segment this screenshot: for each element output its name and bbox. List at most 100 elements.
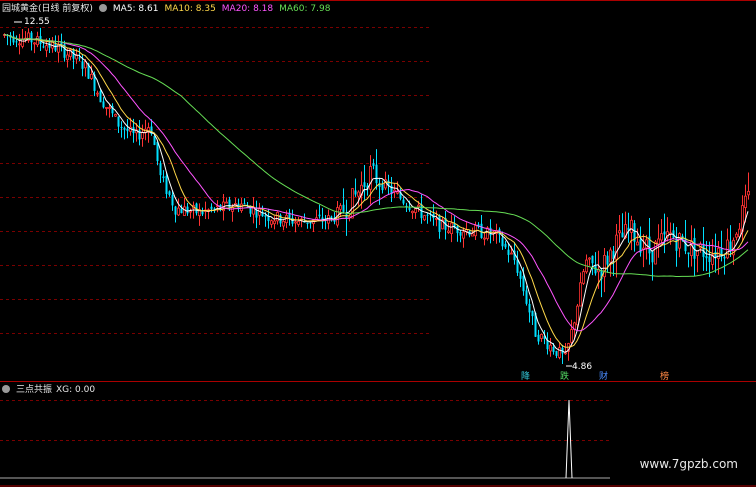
high-price-label: 12.55 (24, 17, 50, 27)
candle-body (555, 351, 558, 356)
candle-body (579, 282, 582, 307)
candle-body (408, 207, 411, 210)
indicator-title: 三点共振 (16, 385, 53, 395)
candle-body (240, 203, 243, 211)
event-tag-die[interactable]: 跌 (560, 372, 569, 383)
candle-body (294, 221, 297, 224)
candle-body (177, 207, 180, 216)
candle-body (510, 252, 513, 255)
candle-body (663, 231, 666, 235)
candle-body (423, 215, 426, 221)
candle-body (507, 249, 510, 255)
candle-body (531, 310, 534, 317)
candle-body (105, 107, 108, 109)
candle-body (552, 347, 555, 352)
candle-body (189, 210, 192, 213)
candle-body (159, 163, 162, 176)
candle-body (33, 42, 36, 45)
candle-body (102, 101, 105, 108)
candle-body (255, 209, 258, 218)
candle-body (570, 329, 573, 343)
candle-body (123, 127, 126, 130)
candle-body (381, 183, 384, 191)
candle-body (747, 191, 750, 196)
candle-body (21, 38, 24, 47)
candle-body (18, 43, 21, 46)
candle-body (153, 135, 156, 145)
candle-body (180, 208, 183, 214)
candle-body (162, 176, 165, 179)
candle-body (528, 303, 531, 313)
candle-body (417, 204, 420, 208)
candle-body (15, 41, 18, 43)
candle-body (264, 215, 267, 217)
ma5-label: MA5: 8.61 (112, 4, 159, 14)
event-tag-cai[interactable]: 财 (599, 372, 608, 383)
candle-body (171, 195, 174, 206)
event-tag-bang[interactable]: 榜 (660, 372, 669, 383)
candle-body (594, 265, 597, 274)
candle-body (96, 92, 99, 95)
indicator-settings-icon[interactable] (2, 385, 10, 393)
candle-body (396, 191, 399, 194)
candle-body (42, 46, 45, 48)
candle-body (609, 249, 612, 263)
candle-body (120, 127, 123, 129)
candle-body (516, 259, 519, 273)
candle-body (411, 210, 414, 214)
candle-body (504, 243, 507, 248)
candle-body (114, 114, 117, 117)
candle-body (708, 256, 711, 262)
candle-body (591, 255, 594, 264)
candle-body (447, 230, 450, 233)
settings-icon[interactable] (98, 4, 107, 12)
event-tag-jiang[interactable]: 降 (521, 372, 530, 383)
candle-body (414, 208, 417, 213)
candle-body (297, 220, 300, 225)
candle-body (156, 141, 159, 162)
candle-body (225, 201, 228, 204)
low-price-label: 4.86 (572, 362, 593, 372)
candle-body (546, 340, 549, 350)
candle-body (375, 164, 378, 184)
candle-body (621, 232, 624, 238)
candle-body (186, 206, 189, 214)
candle-body (66, 54, 69, 61)
candle-body (369, 166, 372, 190)
candle-body (141, 132, 144, 139)
candle-body (438, 215, 441, 232)
candle-body (90, 73, 93, 79)
candle-body (210, 206, 213, 209)
candle-body (276, 211, 279, 222)
candle-body (108, 107, 111, 109)
candle-body (459, 231, 462, 236)
candle-body (165, 175, 168, 194)
candle-body (525, 290, 528, 304)
price-chart[interactable] (0, 0, 756, 487)
candle-body (270, 220, 273, 225)
candle-body (99, 91, 102, 103)
candle-body (318, 214, 321, 217)
candle-body (660, 233, 663, 241)
candle-body (630, 219, 633, 233)
candle-body (483, 237, 486, 240)
candle-body (486, 227, 489, 239)
indicator-panel-header: 三点共振 XG: 0.00 (2, 384, 101, 396)
candle-body (501, 237, 504, 247)
candle-body (636, 241, 639, 246)
candle-body (480, 223, 483, 238)
candle-body (522, 275, 525, 292)
candle-body (471, 233, 474, 237)
candle-body (117, 116, 120, 127)
xg-label: XG: 0.00 (56, 385, 96, 395)
candle-body (426, 214, 429, 216)
candle-body (306, 222, 309, 224)
candle-body (342, 204, 345, 212)
candle-body (174, 206, 177, 215)
candle-body (45, 45, 48, 51)
candle-body (168, 191, 171, 195)
candle-body (372, 163, 375, 166)
ma60-label: MA60: 7.98 (279, 4, 331, 14)
candle-body (435, 218, 438, 220)
candle-body (273, 220, 276, 225)
